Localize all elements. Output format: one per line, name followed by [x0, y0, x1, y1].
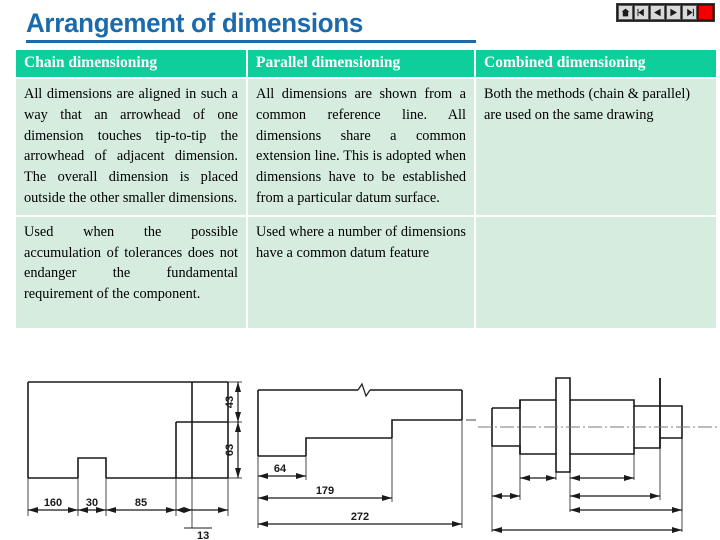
table-row: All dimensions are aligned in such a way… — [16, 79, 716, 217]
column-header-combined: Combined dimensioning — [476, 50, 716, 79]
column-header-chain: Chain dimensioning — [16, 50, 248, 79]
stop-icon[interactable] — [698, 5, 713, 20]
parallel-dim-64: 64 — [274, 463, 287, 475]
chain-dim-43: 43 — [224, 396, 236, 408]
column-header-parallel: Parallel dimensioning — [248, 50, 476, 79]
forward-icon[interactable] — [666, 5, 681, 20]
chain-dim-85: 85 — [135, 497, 147, 509]
slideshow-navigation-bar[interactable] — [616, 3, 715, 22]
chain-dim-30: 30 — [86, 497, 98, 509]
back-icon[interactable] — [650, 5, 665, 20]
title-underline — [26, 40, 476, 43]
cell-chain-usage: Used when the possible accumulation of t… — [16, 216, 248, 330]
page-title: Arrangement of dimensions — [26, 8, 364, 38]
table-row: Used when the possible accumulation of t… — [16, 216, 716, 330]
chain-dim-13: 13 — [197, 530, 209, 540]
chain-dim-160: 160 — [44, 497, 62, 509]
chain-dimensioning-figure: 160 30 85 13 43 63 — [16, 376, 248, 540]
parallel-dimensioning-figure: 64 179 272 — [250, 376, 478, 540]
next-slide-icon[interactable] — [682, 5, 697, 20]
parallel-dim-179: 179 — [316, 485, 334, 497]
home-icon[interactable] — [618, 5, 633, 20]
table-header-row: Chain dimensioning Parallel dimensioning… — [16, 50, 716, 79]
combined-dimensioning-figure — [478, 376, 718, 540]
chain-dim-63: 63 — [224, 444, 236, 456]
cell-chain-description: All dimensions are aligned in such a way… — [16, 79, 248, 217]
cell-combined-usage — [476, 216, 716, 330]
cell-parallel-usage: Used where a number of dimensions have a… — [248, 216, 476, 330]
cell-parallel-description: All dimensions are shown from a common r… — [248, 79, 476, 217]
parallel-dim-272: 272 — [351, 511, 369, 523]
cell-combined-description: Both the methods (chain & parallel) are … — [476, 79, 716, 217]
previous-slide-icon[interactable] — [634, 5, 649, 20]
dimensioning-comparison-table: Chain dimensioning Parallel dimensioning… — [16, 50, 716, 330]
